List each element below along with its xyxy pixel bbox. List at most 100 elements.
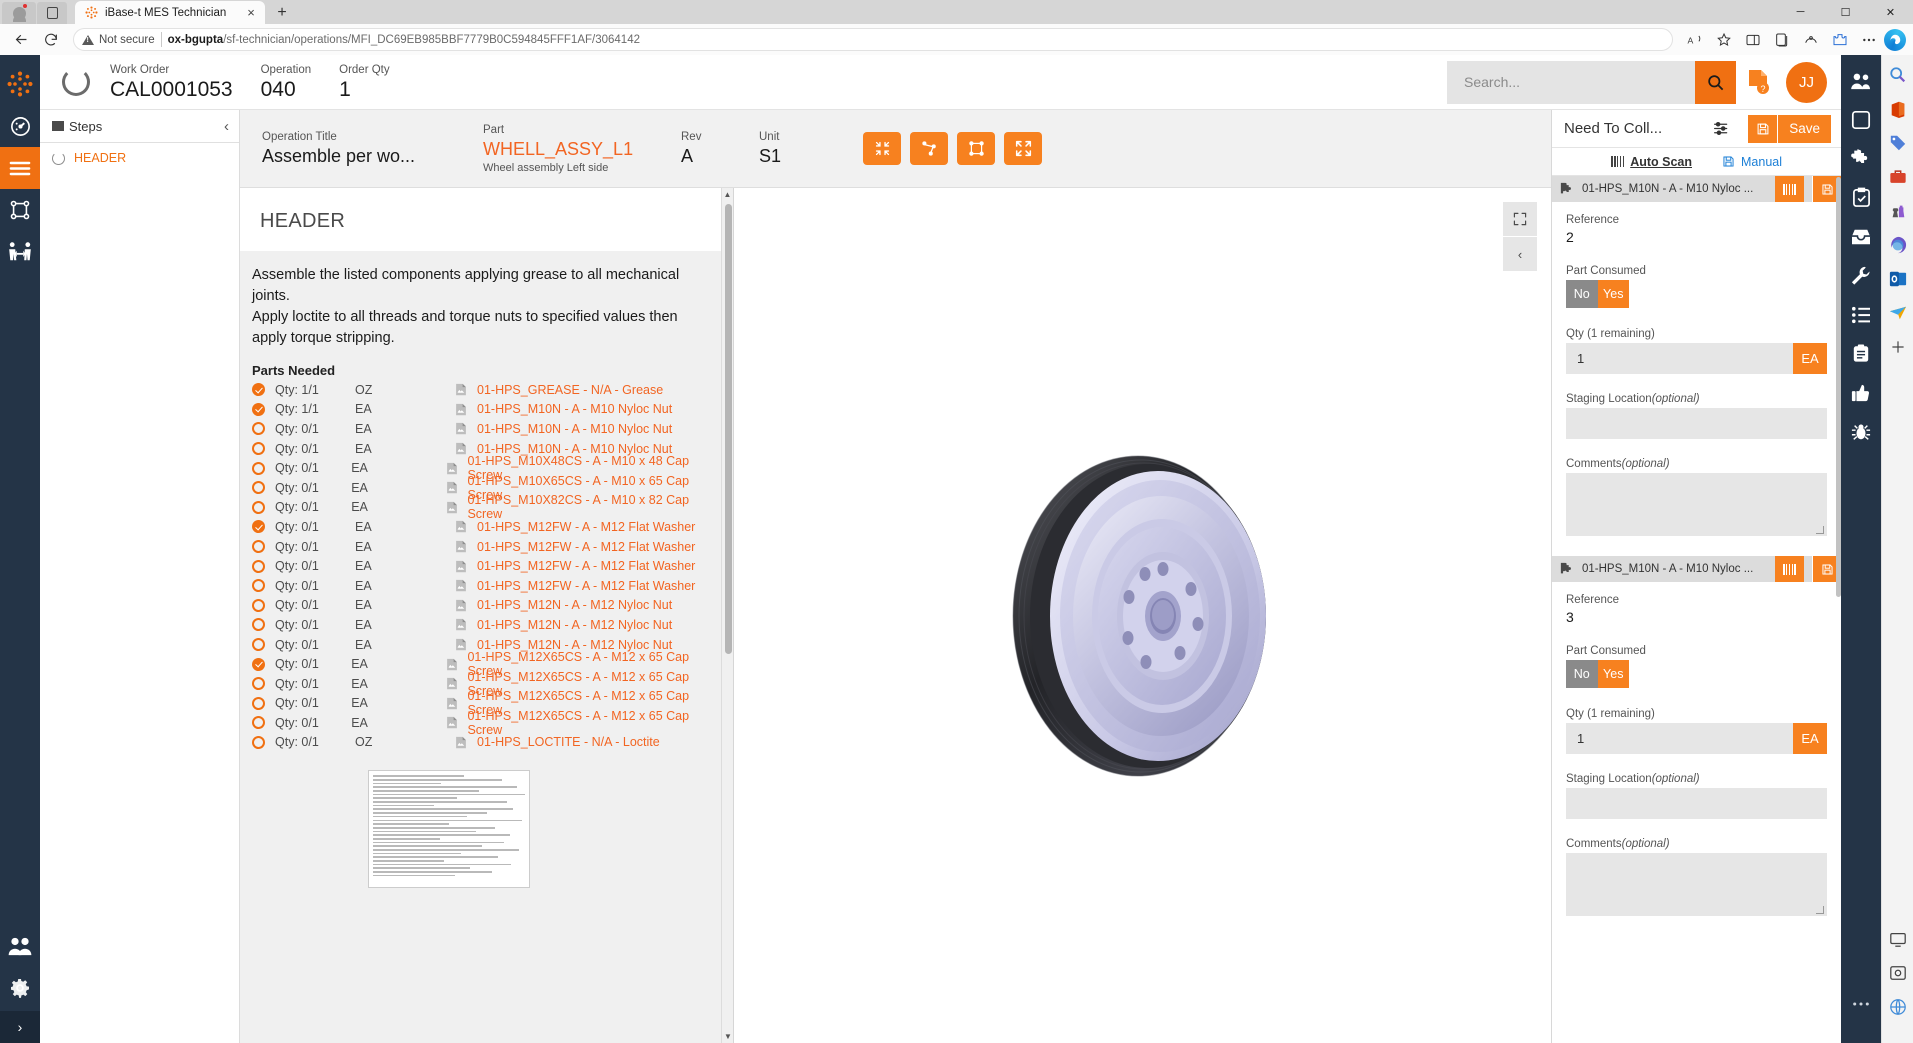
toggle-no-option[interactable]: No bbox=[1566, 660, 1598, 688]
scroll-up-icon[interactable]: ▲ bbox=[722, 188, 733, 201]
app-logo-icon[interactable] bbox=[0, 63, 40, 105]
part-document-icon[interactable] bbox=[455, 638, 477, 651]
part-document-icon[interactable] bbox=[455, 403, 477, 416]
part-document-icon[interactable] bbox=[455, 422, 477, 435]
part-name[interactable]: 01-HPS_M10N - A - M10 Nyloc Nut bbox=[477, 402, 672, 416]
part-row[interactable]: Qty: 0/1EA01-HPS_M10N - A - M10 Nyloc Nu… bbox=[252, 419, 715, 439]
bounding-box-button[interactable] bbox=[957, 132, 995, 165]
part-row[interactable]: Qty: 0/1OZ01-HPS_LOCTITE - N/A - Loctite bbox=[252, 733, 715, 753]
scrollbar-thumb[interactable] bbox=[725, 204, 732, 654]
task-checklist-icon[interactable] bbox=[1841, 178, 1881, 217]
copilot-icon[interactable] bbox=[1884, 29, 1906, 51]
part-row[interactable]: Qty: 0/1EA01-HPS_M12FW - A - M12 Flat Wa… bbox=[252, 556, 715, 576]
desktop-icon[interactable] bbox=[1888, 929, 1908, 949]
window-maximize-button[interactable]: ☐ bbox=[1823, 0, 1868, 24]
extensions-icon[interactable] bbox=[1826, 27, 1854, 53]
part-document-icon[interactable] bbox=[455, 736, 477, 749]
part-checkbox[interactable] bbox=[252, 501, 265, 514]
browser-tab[interactable]: iBase-t MES Technician × bbox=[75, 1, 265, 24]
part-document-icon[interactable] bbox=[446, 697, 467, 710]
part-row[interactable]: Qty: 0/1EA01-HPS_M12N - A - M12 Nyloc Nu… bbox=[252, 615, 715, 635]
part-checkbox[interactable] bbox=[252, 442, 265, 455]
wheel-assembly-model[interactable] bbox=[988, 451, 1298, 781]
part-document-icon[interactable] bbox=[446, 462, 467, 475]
part-row[interactable]: Qty: 0/1EA01-HPS_M12FW - A - M12 Flat Wa… bbox=[252, 537, 715, 557]
document-thumbnail[interactable] bbox=[368, 770, 530, 888]
part-row[interactable]: Qty: 1/1EA01-HPS_M10N - A - M10 Nyloc Nu… bbox=[252, 400, 715, 420]
part-checkbox[interactable] bbox=[252, 462, 265, 475]
scroll-down-icon[interactable]: ▼ bbox=[722, 1030, 734, 1043]
toggle-yes-option[interactable]: Yes bbox=[1598, 660, 1630, 688]
part-checkbox[interactable] bbox=[252, 677, 265, 690]
toggle-no-option[interactable]: No bbox=[1566, 280, 1598, 308]
back-icon[interactable] bbox=[7, 27, 35, 53]
sidebar-item-settings[interactable] bbox=[0, 969, 40, 1011]
qty-input[interactable]: 1 bbox=[1566, 343, 1793, 374]
part-document-icon[interactable] bbox=[446, 501, 467, 514]
part-checkbox[interactable] bbox=[252, 383, 265, 396]
viewer-expand-button[interactable] bbox=[1503, 202, 1537, 236]
profile-button[interactable] bbox=[2, 2, 36, 24]
fit-to-screen-button[interactable] bbox=[1004, 132, 1042, 165]
part-row[interactable]: Qty: 0/1EA01-HPS_M10X82CS - A - M10 x 82… bbox=[252, 498, 715, 518]
note-icon[interactable] bbox=[1841, 100, 1881, 139]
part-document-icon[interactable] bbox=[455, 383, 477, 396]
work-instruction-scrollbar[interactable]: ▲ ▼ bbox=[721, 188, 733, 1043]
tag-icon[interactable] bbox=[1888, 133, 1908, 153]
list-icon[interactable] bbox=[1841, 295, 1881, 334]
filter-icon[interactable] bbox=[52, 121, 64, 131]
part-name[interactable]: 01-HPS_M12FW - A - M12 Flat Washer bbox=[477, 559, 695, 573]
part-row[interactable]: Qty: 0/1EA01-HPS_M12FW - A - M12 Flat Wa… bbox=[252, 517, 715, 537]
sidebar-item-header-step[interactable]: HEADER bbox=[40, 143, 239, 173]
window-minimize-button[interactable]: ─ bbox=[1778, 0, 1823, 24]
add-app-icon[interactable] bbox=[1888, 337, 1908, 357]
part-document-icon[interactable] bbox=[455, 599, 477, 612]
part-name[interactable]: 01-HPS_M12N - A - M12 Nyloc Nut bbox=[477, 618, 672, 632]
part-checkbox[interactable] bbox=[252, 560, 265, 573]
edge-search-icon[interactable] bbox=[1888, 65, 1908, 85]
reload-icon[interactable] bbox=[37, 27, 65, 53]
inbox-icon[interactable] bbox=[1841, 217, 1881, 256]
save-icon[interactable] bbox=[1748, 115, 1778, 143]
tab-manual[interactable]: Manual bbox=[1722, 155, 1782, 169]
collections-icon[interactable] bbox=[1768, 27, 1796, 53]
staging-location-input[interactable] bbox=[1566, 408, 1827, 439]
search-button[interactable] bbox=[1695, 61, 1736, 104]
part-checkbox[interactable] bbox=[252, 618, 265, 631]
sidebar-item-labor[interactable] bbox=[0, 231, 40, 273]
clipboard-icon[interactable] bbox=[1841, 334, 1881, 373]
part-row[interactable]: Qty: 0/1EA01-HPS_M12X65CS - A - M12 x 65… bbox=[252, 713, 715, 733]
sidebar-item-menu[interactable] bbox=[0, 147, 40, 189]
wrench-icon[interactable] bbox=[1841, 256, 1881, 295]
new-tab-button[interactable]: + bbox=[269, 2, 295, 24]
collapse-view-button[interactable] bbox=[863, 132, 901, 165]
briefcase-icon[interactable] bbox=[1888, 167, 1908, 187]
split-screen-icon[interactable] bbox=[1739, 27, 1767, 53]
sidebar-item-dashboard[interactable] bbox=[0, 105, 40, 147]
share-tree-button[interactable] bbox=[910, 132, 948, 165]
help-document-icon[interactable]: ? bbox=[1736, 61, 1780, 104]
puzzle-icon[interactable] bbox=[1841, 139, 1881, 178]
card-barcode-button[interactable] bbox=[1775, 556, 1804, 582]
window-close-button[interactable]: ✕ bbox=[1868, 0, 1913, 24]
model-viewer[interactable]: ‹ bbox=[734, 188, 1551, 1043]
part-name[interactable]: 01-HPS_LOCTITE - N/A - Loctite bbox=[477, 735, 660, 749]
expand-sidebar-button[interactable]: › bbox=[0, 1011, 40, 1043]
part-name[interactable]: 01-HPS_M12FW - A - M12 Flat Washer bbox=[477, 520, 695, 534]
part-document-icon[interactable] bbox=[446, 716, 467, 729]
part-document-icon[interactable] bbox=[455, 540, 477, 553]
part-row[interactable]: Qty: 1/1OZ01-HPS_GREASE - N/A - Grease bbox=[252, 380, 715, 400]
comments-textarea[interactable] bbox=[1566, 853, 1827, 916]
part-name[interactable]: 01-HPS_M10N - A - M10 Nyloc Nut bbox=[477, 422, 672, 436]
collect-card-header[interactable]: 01-HPS_M10N - A - M10 Nyloc ... bbox=[1552, 556, 1841, 582]
part-checkbox[interactable] bbox=[252, 481, 265, 494]
part-checkbox[interactable] bbox=[252, 540, 265, 553]
vertical-tabs-button[interactable] bbox=[37, 2, 67, 24]
part-checkbox[interactable] bbox=[252, 697, 265, 710]
thumbs-up-icon[interactable] bbox=[1841, 373, 1881, 412]
part-document-icon[interactable] bbox=[455, 442, 477, 455]
browser-essentials-icon[interactable] bbox=[1797, 27, 1825, 53]
settings-more-icon[interactable] bbox=[1855, 27, 1883, 53]
outlook-icon[interactable] bbox=[1888, 269, 1908, 289]
card-barcode-button[interactable] bbox=[1775, 176, 1804, 202]
